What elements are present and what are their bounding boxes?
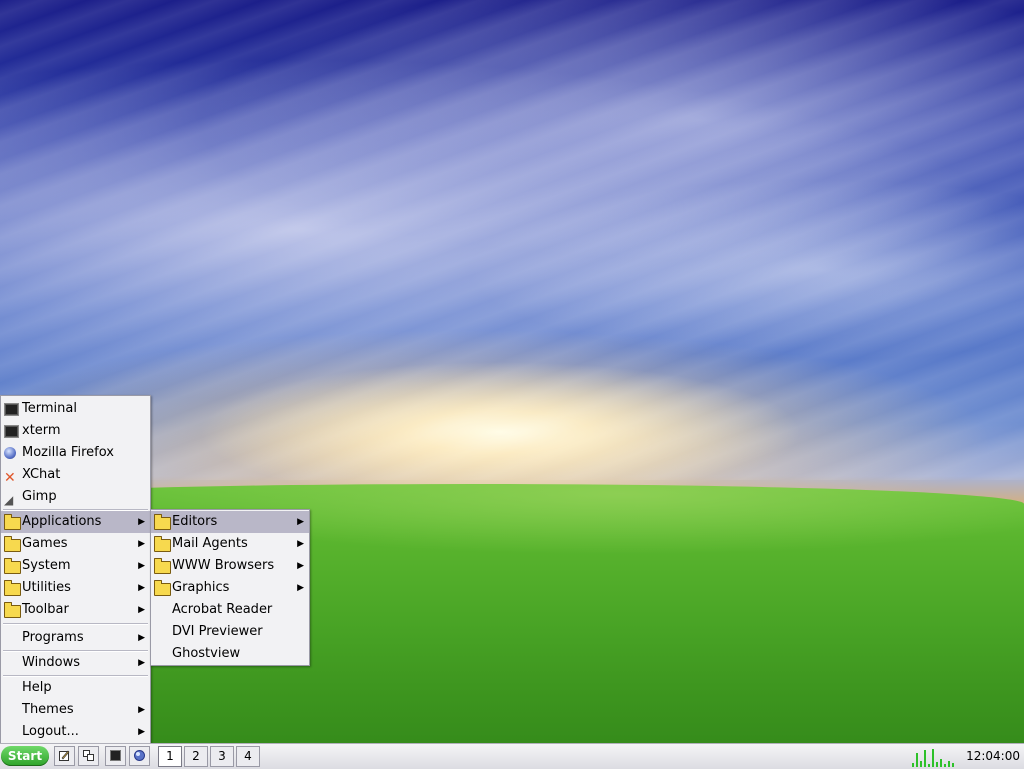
xchat-icon: ✕ [4, 470, 16, 486]
folder-icon [154, 558, 171, 574]
submenu-arrow-icon: ▶ [138, 561, 145, 571]
menu-item-system[interactable]: System ▶ [1, 555, 150, 577]
folder-icon [4, 514, 21, 530]
menu-item-logout[interactable]: Logout... ▶ [1, 721, 150, 743]
cpu-monitor-graph [910, 746, 956, 767]
menu-item-gimp[interactable]: ◢ Gimp [1, 486, 150, 508]
edit-icon [59, 750, 70, 761]
applications-submenu: Editors ▶ Mail Agents ▶ WWW Browsers ▶ G… [150, 509, 310, 666]
folder-icon [154, 514, 171, 530]
folder-icon [4, 558, 21, 574]
folder-icon [4, 580, 21, 596]
terminal-icon [4, 402, 19, 416]
firefox-launcher[interactable] [129, 746, 150, 766]
submenu-arrow-icon: ▶ [138, 705, 145, 715]
globe-icon [134, 750, 145, 761]
folder-icon [154, 536, 171, 552]
folder-icon [4, 536, 21, 552]
folder-icon [154, 580, 171, 596]
menu-item-applications[interactable]: Applications ▶ [1, 511, 150, 533]
submenu-arrow-icon: ▶ [138, 605, 145, 615]
start-button[interactable]: Start [1, 746, 49, 766]
submenu-item-graphics[interactable]: Graphics ▶ [151, 577, 309, 599]
workspace-4-button[interactable]: 4 [236, 746, 260, 767]
submenu-item-mail-agents[interactable]: Mail Agents ▶ [151, 533, 309, 555]
gimp-icon: ◢ [4, 493, 14, 507]
submenu-arrow-icon: ▶ [138, 727, 145, 737]
terminal-icon [110, 750, 121, 761]
menu-item-xterm[interactable]: xterm [1, 420, 150, 442]
menu-item-help[interactable]: Help [1, 677, 150, 699]
menu-item-themes[interactable]: Themes ▶ [1, 699, 150, 721]
taskbar: Start 1 2 3 4 12:04:00 [0, 743, 1024, 769]
menu-separator [3, 623, 148, 625]
clock[interactable]: 12:04:00 [966, 744, 1020, 769]
terminal-icon [4, 424, 19, 438]
submenu-item-editors[interactable]: Editors ▶ [151, 511, 309, 533]
submenu-item-ghostview[interactable]: Ghostview [151, 643, 309, 665]
workspace-1-button[interactable]: 1 [158, 746, 182, 767]
menu-item-programs[interactable]: Programs ▶ [1, 627, 150, 649]
show-desktop-button[interactable] [54, 746, 75, 766]
workspace-2-button[interactable]: 2 [184, 746, 208, 767]
submenu-arrow-icon: ▶ [138, 633, 145, 643]
terminal-launcher[interactable] [105, 746, 126, 766]
menu-item-utilities[interactable]: Utilities ▶ [1, 577, 150, 599]
submenu-arrow-icon: ▶ [297, 539, 304, 549]
start-menu: Terminal xterm Mozilla Firefox ✕ XChat ◢… [0, 395, 151, 745]
menu-item-windows[interactable]: Windows ▶ [1, 652, 150, 674]
menu-item-toolbar[interactable]: Toolbar ▶ [1, 599, 150, 621]
submenu-arrow-icon: ▶ [138, 583, 145, 593]
submenu-arrow-icon: ▶ [297, 561, 304, 571]
submenu-item-acrobat-reader[interactable]: Acrobat Reader [151, 599, 309, 621]
globe-icon [4, 446, 19, 460]
menu-item-xchat[interactable]: ✕ XChat [1, 464, 150, 486]
submenu-arrow-icon: ▶ [138, 539, 145, 549]
menu-item-terminal[interactable]: Terminal [1, 398, 150, 420]
folder-icon [4, 602, 21, 618]
window-list-button[interactable] [78, 746, 99, 766]
submenu-arrow-icon: ▶ [138, 658, 145, 668]
windows-icon [83, 750, 94, 761]
submenu-arrow-icon: ▶ [138, 517, 145, 527]
submenu-arrow-icon: ▶ [297, 583, 304, 593]
submenu-arrow-icon: ▶ [297, 517, 304, 527]
submenu-item-www-browsers[interactable]: WWW Browsers ▶ [151, 555, 309, 577]
submenu-item-dvi-previewer[interactable]: DVI Previewer [151, 621, 309, 643]
menu-item-games[interactable]: Games ▶ [1, 533, 150, 555]
menu-item-firefox[interactable]: Mozilla Firefox [1, 442, 150, 464]
workspace-3-button[interactable]: 3 [210, 746, 234, 767]
wallpaper-clouds [0, 0, 1024, 480]
